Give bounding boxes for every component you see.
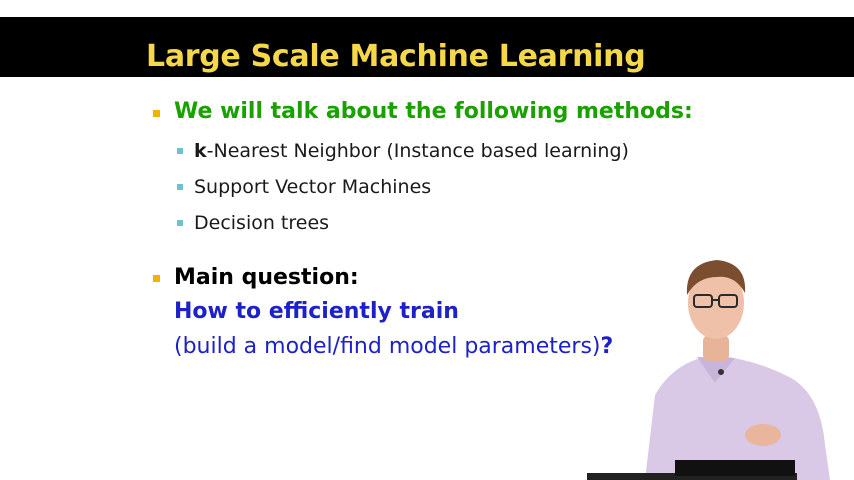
main-question-line2-text: (build a model/find model parameters)	[174, 334, 601, 359]
main-question-heading: Main question:	[174, 265, 359, 290]
intro-text: We will talk about the following methods…	[174, 99, 693, 124]
main-question-line1: How to efficiently train	[174, 299, 459, 324]
microphone-icon	[718, 369, 724, 375]
presenter-video-overlay	[587, 260, 830, 480]
method-knn-text: -Nearest Neighbor (Instance based learni…	[206, 140, 629, 162]
method-knn: k-Nearest Neighbor (Instance based learn…	[194, 140, 629, 162]
slide-title-bar: Large Scale Machine Learning	[0, 17, 854, 77]
sub-bullet-icon	[177, 148, 183, 154]
presenter-hand	[745, 424, 781, 446]
main-question-line2: (build a model/find model parameters)?	[174, 334, 613, 359]
sub-bullet-icon	[177, 184, 183, 190]
method-knn-prefix: k	[194, 140, 207, 162]
sub-bullet-icon	[177, 220, 183, 226]
method-svm: Support Vector Machines	[194, 176, 432, 198]
top-margin	[0, 0, 854, 17]
bullet-icon	[153, 275, 160, 282]
bullet-icon	[153, 110, 160, 117]
laptop-icon	[675, 460, 795, 476]
method-decision-trees: Decision trees	[194, 212, 330, 234]
slide-title: Large Scale Machine Learning	[146, 39, 646, 74]
